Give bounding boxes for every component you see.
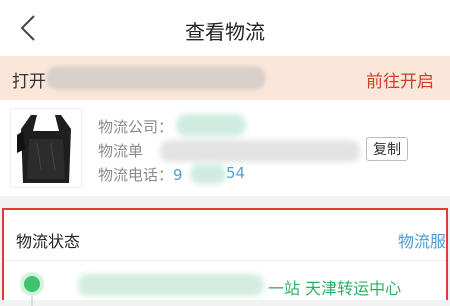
logistics-company: 物流公司： [98, 118, 174, 136]
black-bag-image [17, 115, 71, 183]
logistics-status-card: 物流状态 物流服 一站 天津转运中心 [2, 208, 448, 306]
redacted-event [78, 274, 264, 296]
logistics-service-link[interactable]: 物流服 [398, 228, 446, 252]
redacted-tracking [160, 140, 360, 162]
phone-suffix: 54 [226, 164, 246, 182]
redacted-phone [190, 164, 226, 184]
status-title: 物流状态 [16, 232, 81, 251]
divider [4, 260, 446, 261]
logistics-phone: 物流电话：9 [98, 166, 183, 184]
tracking-number: 物流单 [98, 142, 144, 160]
timeline-line [31, 296, 33, 306]
top-bar: 查看物流 [0, 0, 450, 57]
timeline-event-text: 一站 天津转运中心 [268, 279, 402, 298]
redacted-text [46, 66, 266, 90]
enable-notification-link[interactable]: 前往开启 [366, 67, 434, 92]
timeline-active-dot [24, 276, 40, 292]
notification-banner: 打开 前往开启 [0, 56, 450, 100]
page-title: 查看物流 [185, 20, 265, 44]
product-thumbnail[interactable] [10, 108, 82, 188]
redacted-company [176, 114, 246, 136]
copy-button[interactable]: 复制 [366, 137, 408, 161]
